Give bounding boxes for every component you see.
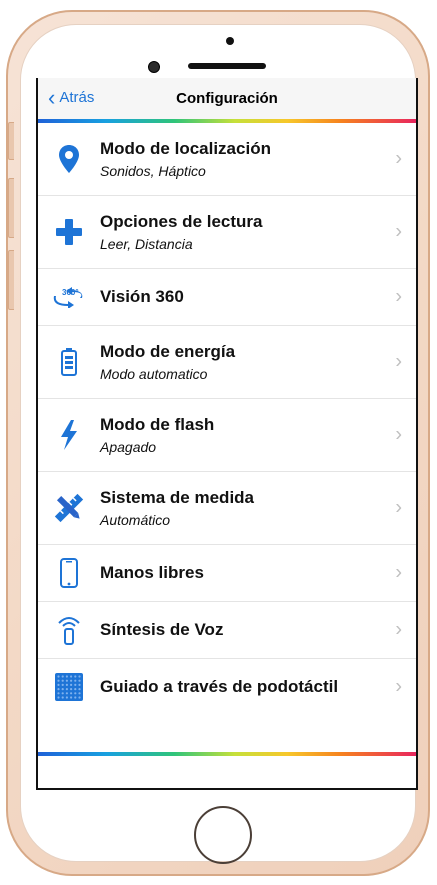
volume-up-button xyxy=(8,178,14,238)
chevron-right-icon: › xyxy=(395,350,402,373)
row-label: Sistema de medida xyxy=(100,488,255,507)
mute-switch xyxy=(8,122,14,160)
settings-list: Modo de localización Sonidos, Háptico › … xyxy=(38,123,416,715)
settings-row-podotactil[interactable]: Guiado a través de podotáctil › xyxy=(38,659,416,715)
row-sublabel: Automático xyxy=(100,512,171,528)
row-sublabel: Sonidos, Háptico xyxy=(100,163,206,179)
row-label: Opciones de lectura xyxy=(100,212,263,231)
chevron-right-icon: › xyxy=(395,496,402,519)
plus-icon xyxy=(38,218,100,246)
earpiece-speaker xyxy=(188,63,266,69)
row-label: Modo de energía xyxy=(100,342,236,361)
location-pin-icon xyxy=(38,144,100,174)
row-label: Modo de flash xyxy=(100,415,215,434)
settings-row-manos-libres[interactable]: Manos libres › xyxy=(38,545,416,602)
screen: ‹ Atrás Configuración Modo de localizaci… xyxy=(36,78,418,790)
row-label: Síntesis de Voz xyxy=(100,620,224,639)
phone-icon xyxy=(38,558,100,588)
row-sublabel: Modo automatico xyxy=(100,366,208,382)
settings-row-medida[interactable]: Sistema de medida Automático › xyxy=(38,472,416,545)
settings-row-lectura[interactable]: Opciones de lectura Leer, Distancia › xyxy=(38,196,416,269)
chevron-right-icon: › xyxy=(395,618,402,641)
page-title: Configuración xyxy=(176,90,278,107)
ruler-pencil-icon xyxy=(38,492,100,524)
settings-row-localizacion[interactable]: Modo de localización Sonidos, Háptico › xyxy=(38,123,416,196)
chevron-right-icon: › xyxy=(395,675,402,698)
row-sublabel: Apagado xyxy=(100,439,157,455)
row-label: Modo de localización xyxy=(100,139,271,158)
chevron-right-icon: › xyxy=(395,220,402,243)
battery-icon xyxy=(38,348,100,376)
tactile-grid-icon xyxy=(38,673,100,701)
settings-row-energia[interactable]: Modo de energía Modo automatico › xyxy=(38,326,416,399)
home-button[interactable] xyxy=(194,806,252,864)
chevron-right-icon: › xyxy=(395,561,402,584)
rotate-360-icon: 360° xyxy=(38,286,100,308)
volume-down-button xyxy=(8,250,14,310)
row-label: Visión 360 xyxy=(100,287,184,306)
navigation-bar: ‹ Atrás Configuración xyxy=(38,78,416,121)
settings-row-flash[interactable]: Modo de flash Apagado › xyxy=(38,399,416,472)
camera-dot xyxy=(226,37,234,45)
row-label: Guiado a través de podotáctil xyxy=(100,677,339,696)
row-label: Manos libres xyxy=(100,563,204,582)
front-camera xyxy=(148,61,160,73)
settings-row-vision360[interactable]: 360° Visión 360 › xyxy=(38,269,416,326)
flash-icon xyxy=(38,420,100,450)
voice-signal-icon xyxy=(38,615,100,645)
chevron-right-icon: › xyxy=(395,147,402,170)
chevron-right-icon: › xyxy=(395,423,402,446)
row-sublabel: Leer, Distancia xyxy=(100,236,193,252)
settings-row-sintesis-voz[interactable]: Síntesis de Voz › xyxy=(38,602,416,659)
bottom-blank-area xyxy=(38,756,416,788)
chevron-right-icon: › xyxy=(395,285,402,308)
